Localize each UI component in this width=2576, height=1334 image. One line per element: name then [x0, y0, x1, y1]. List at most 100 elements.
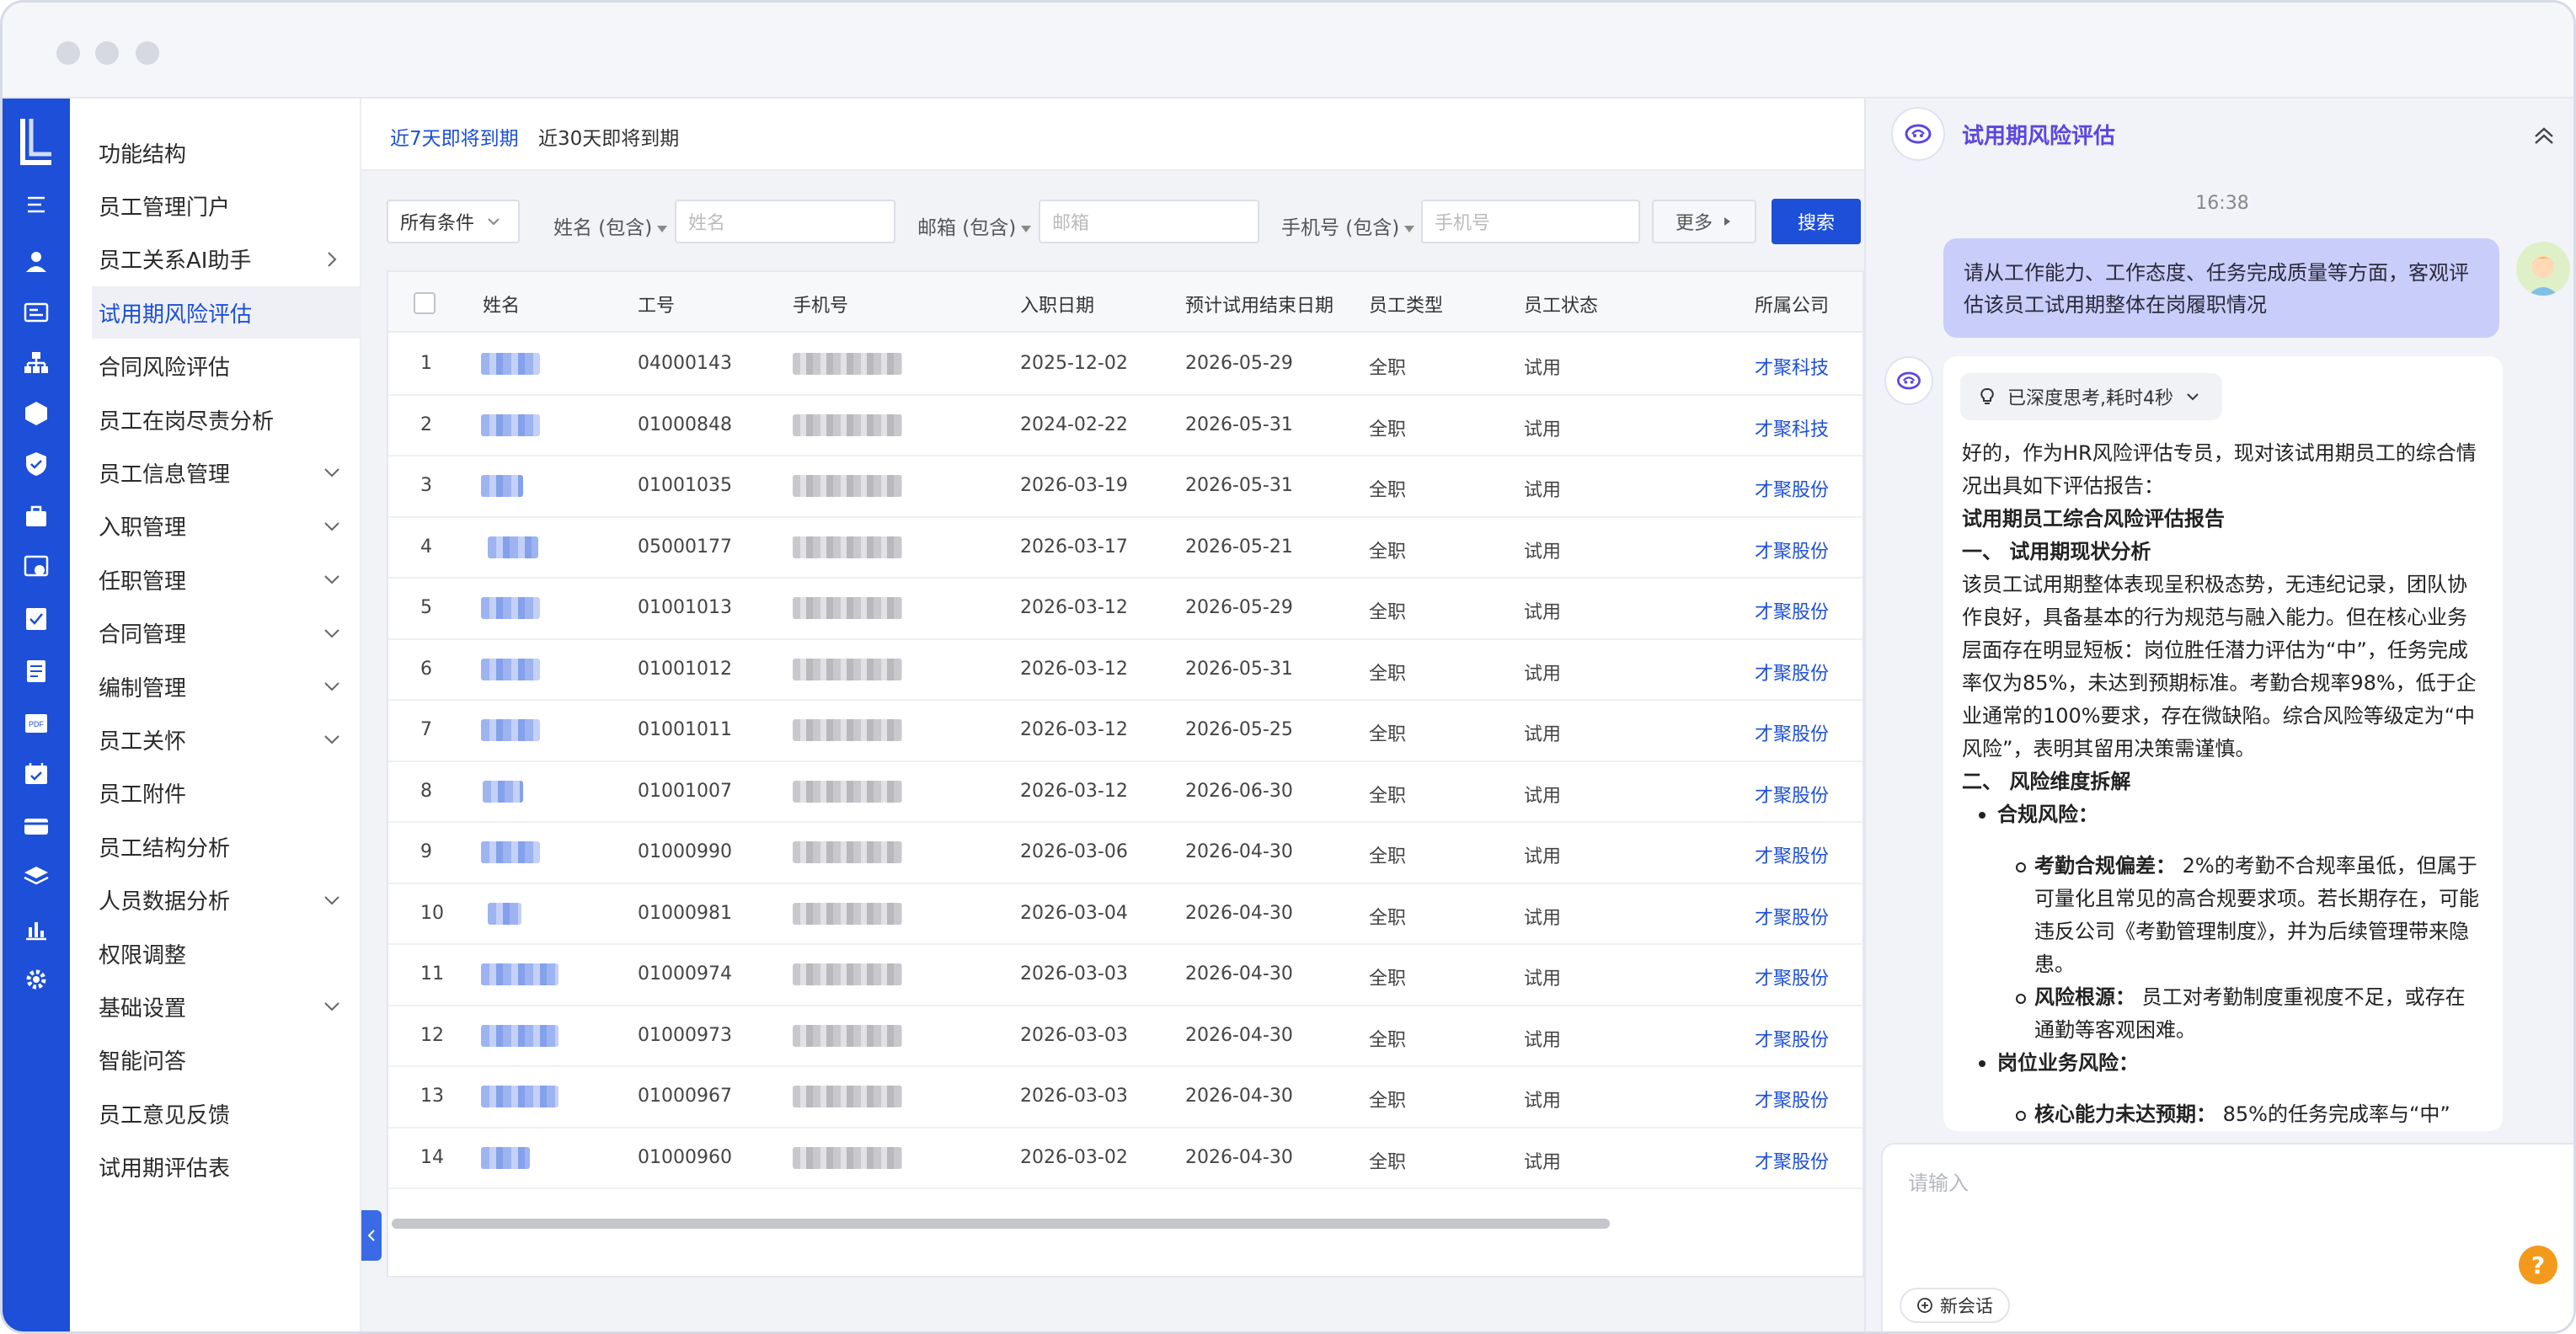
- redacted-name[interactable]: [488, 536, 538, 558]
- redacted-name[interactable]: [481, 1086, 558, 1107]
- redacted-name[interactable]: [481, 719, 540, 741]
- sidebar-collapse-handle[interactable]: [361, 1210, 382, 1261]
- calendar-icon[interactable]: [21, 759, 51, 789]
- phone-input[interactable]: 手机号: [1421, 200, 1640, 243]
- redacted-name[interactable]: [481, 1146, 530, 1169]
- column-header-probation-end[interactable]: 预计试用结束日期: [1185, 291, 1333, 317]
- sidebar-item-6[interactable]: 员工在岗尽责分析: [92, 393, 361, 446]
- company-link[interactable]: 才聚股份: [1755, 1147, 1829, 1174]
- company-link[interactable]: 才聚科技: [1755, 353, 1829, 380]
- sidebar-item-7[interactable]: 员工信息管理: [92, 446, 361, 499]
- gear-icon[interactable]: [21, 964, 51, 995]
- table-row[interactable]: 12 01000973 2026-03-03 2026-04-30 全职 试用 才聚股份: [388, 1006, 1863, 1067]
- sidebar-item-19[interactable]: 员工意见反馈: [92, 1087, 361, 1139]
- help-button[interactable]: ?: [2519, 1246, 2557, 1284]
- table-row[interactable]: 7 01001011 2026-03-12 2026-05-25 全职 试用 才聚股份: [388, 701, 1863, 762]
- table-row[interactable]: 8 01001007 2026-03-12 2026-06-30 全职 试用 才聚股份: [388, 762, 1863, 823]
- redacted-name[interactable]: [488, 902, 521, 925]
- column-header-id[interactable]: 工号: [638, 291, 675, 317]
- column-header-phone[interactable]: 手机号: [793, 291, 848, 317]
- sidebar-item-1[interactable]: 功能结构: [92, 126, 361, 179]
- table-row[interactable]: 14 01000960 2026-03-02 2026-04-30 全职 试用 才聚股份: [388, 1129, 1863, 1189]
- name-filter-label[interactable]: 姓名 (包含): [553, 211, 668, 240]
- org-icon[interactable]: [21, 348, 51, 378]
- sidebar-item-13[interactable]: 员工附件: [92, 767, 361, 819]
- checklist-icon[interactable]: [21, 604, 51, 634]
- email-input[interactable]: 邮箱: [1039, 200, 1259, 243]
- company-link[interactable]: 才聚股份: [1755, 1086, 1829, 1113]
- cube-icon[interactable]: [21, 398, 51, 429]
- table-row[interactable]: 11 01000974 2026-03-03 2026-04-30 全职 试用 才聚股份: [388, 945, 1863, 1006]
- sidebar-item-20[interactable]: 试用期评估表: [92, 1141, 361, 1193]
- window-maximize-dot[interactable]: [136, 41, 159, 65]
- name-input[interactable]: 姓名: [675, 200, 895, 243]
- sidebar-item-3[interactable]: 员工关系AI助手: [92, 233, 361, 285]
- sidebar-item-14[interactable]: 员工结构分析: [92, 820, 361, 872]
- column-header-hire-date[interactable]: 入职日期: [1020, 291, 1094, 317]
- column-header-company[interactable]: 所属公司: [1755, 291, 1829, 317]
- phone-filter-label[interactable]: 手机号 (包含): [1281, 211, 1415, 240]
- window-close-dot[interactable]: [56, 41, 80, 65]
- table-row[interactable]: 9 01000990 2026-03-06 2026-04-30 全职 试用 才聚股份: [388, 823, 1863, 884]
- column-header-employee-type[interactable]: 员工类型: [1369, 291, 1443, 317]
- collapse-up-icon[interactable]: [2531, 124, 2557, 149]
- shield-icon[interactable]: [21, 449, 51, 479]
- id-card-icon[interactable]: [21, 297, 51, 328]
- tab-7-days[interactable]: 近7天即将到期: [390, 122, 519, 151]
- more-filters-button[interactable]: 更多: [1652, 200, 1756, 243]
- sidebar-item-16[interactable]: 权限调整: [92, 927, 361, 979]
- redacted-name[interactable]: [481, 1024, 558, 1047]
- deep-thinking-toggle[interactable]: 已深度思考,耗时4秒: [1960, 373, 2222, 420]
- user-icon[interactable]: [21, 247, 51, 277]
- company-link[interactable]: 才聚股份: [1755, 963, 1829, 990]
- sidebar-item-2[interactable]: 员工管理门户: [92, 179, 361, 232]
- sidebar-item-17[interactable]: 基础设置: [92, 980, 361, 1033]
- table-row[interactable]: 6 01001012 2026-03-12 2026-05-31 全职 试用 才聚股份: [388, 640, 1863, 701]
- document-icon[interactable]: [21, 656, 51, 686]
- redacted-name[interactable]: [481, 658, 540, 680]
- company-link[interactable]: 才聚股份: [1755, 1025, 1829, 1052]
- tab-30-days[interactable]: 近30天即将到期: [538, 122, 679, 151]
- sidebar-item-15[interactable]: 人员数据分析: [92, 874, 361, 926]
- table-row[interactable]: 5 01001013 2026-03-12 2026-05-29 全职 试用 才聚股份: [388, 579, 1863, 640]
- table-row[interactable]: 13 01000967 2026-03-03 2026-04-30 全职 试用 才聚股份: [388, 1067, 1863, 1129]
- settings-box-icon[interactable]: [21, 552, 51, 582]
- redacted-name[interactable]: [483, 780, 523, 803]
- company-link[interactable]: 才聚股份: [1755, 719, 1829, 746]
- company-link[interactable]: 才聚股份: [1755, 659, 1829, 686]
- chat-input-box[interactable]: 请输入 ? 新会话: [1881, 1143, 2573, 1331]
- email-filter-label[interactable]: 邮箱 (包含): [917, 211, 1032, 240]
- window-minimize-dot[interactable]: [95, 41, 119, 65]
- company-link[interactable]: 才聚科技: [1755, 414, 1829, 441]
- condition-select[interactable]: 所有条件: [387, 200, 520, 243]
- table-row[interactable]: 10 01000981 2026-03-04 2026-04-30 全职 试用 才聚股份: [388, 884, 1863, 945]
- redacted-name[interactable]: [481, 963, 558, 985]
- company-link[interactable]: 才聚股份: [1755, 536, 1829, 563]
- column-header-name[interactable]: 姓名: [483, 291, 520, 317]
- redacted-name[interactable]: [481, 414, 540, 436]
- table-row[interactable]: 3 01001035 2026-03-19 2026-05-31 全职 试用 才聚股份: [388, 456, 1863, 518]
- company-link[interactable]: 才聚股份: [1755, 903, 1829, 930]
- company-link[interactable]: 才聚股份: [1755, 841, 1829, 868]
- horizontal-scrollbar[interactable]: [392, 1219, 1610, 1229]
- collapse-icon[interactable]: [21, 189, 51, 220]
- layers-icon[interactable]: [21, 862, 51, 892]
- search-button[interactable]: 搜索: [1772, 199, 1861, 244]
- card-icon[interactable]: [21, 811, 51, 841]
- pdf-icon[interactable]: PDF: [21, 708, 51, 739]
- sidebar-item-9[interactable]: 任职管理: [92, 553, 361, 606]
- sidebar-item-4[interactable]: 试用期风险评估: [92, 286, 361, 339]
- sidebar-item-8[interactable]: 入职管理: [92, 500, 361, 552]
- table-row[interactable]: 4 05000177 2026-03-17 2026-05-21 全职 试用 才聚股份: [388, 518, 1863, 579]
- new-session-button[interactable]: 新会话: [1900, 1288, 2010, 1323]
- sidebar-item-10[interactable]: 合同管理: [92, 607, 361, 659]
- sidebar-item-18[interactable]: 智能问答: [92, 1034, 361, 1086]
- select-all-checkbox[interactable]: [414, 292, 436, 314]
- column-header-employee-status[interactable]: 员工状态: [1524, 291, 1598, 317]
- company-link[interactable]: 才聚股份: [1755, 475, 1829, 502]
- company-link[interactable]: 才聚股份: [1755, 781, 1829, 808]
- table-row[interactable]: 1 04000143 2025-12-02 2026-05-29 全职 试用 才聚科技: [388, 334, 1863, 396]
- sidebar-item-11[interactable]: 编制管理: [92, 660, 361, 712]
- table-row[interactable]: 2 01000848 2024-02-22 2026-05-31 全职 试用 才聚科技: [388, 396, 1863, 456]
- sidebar-item-12[interactable]: 员工关怀: [92, 713, 361, 766]
